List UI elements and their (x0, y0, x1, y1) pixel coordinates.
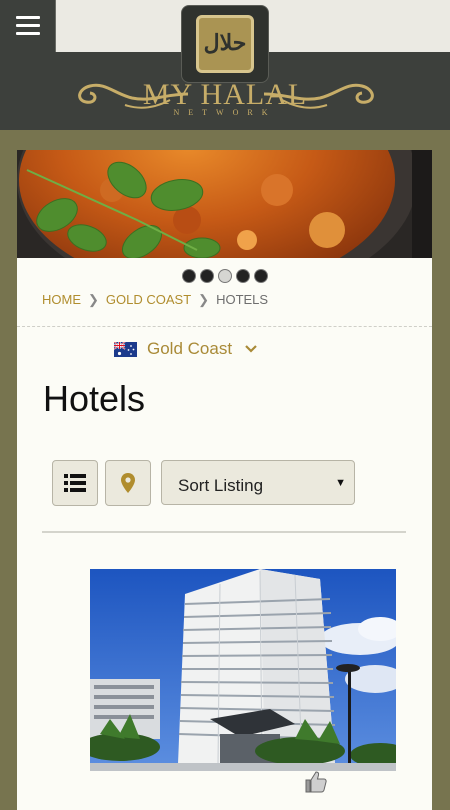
map-pin-icon (121, 473, 135, 493)
breadcrumb-city-link[interactable]: GOLD COAST (106, 292, 191, 307)
list-icon (64, 474, 86, 492)
australia-flag-icon (114, 341, 137, 357)
chevron-right-icon: ❯ (198, 292, 210, 307)
logo-emblem: حلال (196, 15, 254, 73)
carousel-dot[interactable] (183, 270, 195, 282)
breadcrumb: HOME ❯ GOLD COAST ❯ HOTELS (42, 292, 268, 308)
carousel-dot[interactable] (255, 270, 267, 282)
breadcrumb-home-link[interactable]: HOME (42, 292, 81, 307)
app-header: حلال MY HALAL NETWORK (0, 0, 450, 130)
dropdown-arrow-icon: ▼ (335, 477, 346, 489)
sort-listing-label: Sort Listing (178, 476, 264, 495)
breadcrumb-divider (17, 326, 432, 327)
hamburger-menu-icon (16, 16, 40, 19)
section-divider (42, 531, 406, 533)
carousel-dot[interactable] (201, 270, 213, 282)
curry-dish-image (17, 150, 432, 258)
location-label: Gold Coast (147, 339, 233, 358)
content-card: HOME ❯ GOLD COAST ❯ HOTELS Gold Coast Hotels (17, 150, 432, 810)
logo-subtitle: NETWORK (173, 108, 277, 117)
menu-button[interactable] (0, 0, 56, 52)
carousel-indicators (183, 269, 273, 287)
page-title: Hotels (43, 378, 146, 419)
chevron-down-icon (245, 345, 257, 353)
hotel-building-image (90, 569, 396, 771)
sort-listing-select[interactable]: Sort Listing ▼ (161, 460, 355, 505)
logo-badge[interactable]: حلال (181, 5, 269, 83)
hero-carousel-image[interactable] (17, 150, 432, 258)
carousel-dot[interactable] (237, 270, 249, 282)
carousel-dot-active[interactable] (219, 270, 231, 282)
logo-name: MY HALAL (142, 78, 308, 111)
location-selector[interactable]: Gold Coast (114, 339, 258, 359)
list-view-button[interactable] (52, 460, 98, 506)
hotel-listing-image[interactable] (90, 569, 396, 771)
breadcrumb-current: HOTELS (216, 292, 269, 307)
map-view-button[interactable] (105, 460, 151, 506)
chevron-right-icon: ❯ (88, 292, 99, 307)
thumbs-up-icon[interactable] (304, 770, 328, 794)
